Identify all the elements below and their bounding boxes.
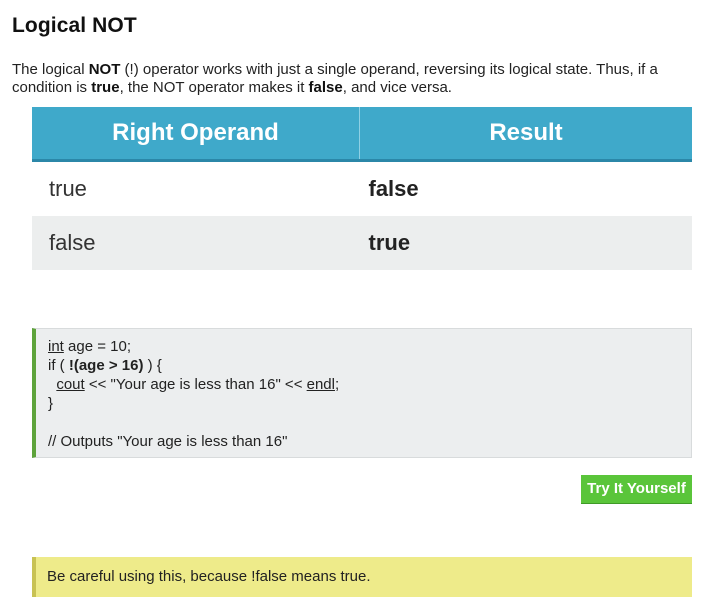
intro-text-1: The logical (12, 61, 89, 78)
intro-text-4: , and vice versa. (342, 79, 452, 96)
code-line: int age = 10; (48, 337, 691, 356)
code-keyword-int[interactable]: int (48, 338, 64, 355)
header-result: Result (359, 107, 692, 162)
code-line: cout << "Your age is less than 16" << en… (48, 375, 691, 394)
table-row: true false (32, 160, 692, 216)
code-text: if ( (48, 357, 69, 374)
try-it-yourself-button[interactable]: Try It Yourself (581, 475, 692, 503)
header-right-operand: Right Operand (32, 107, 360, 162)
intro-paragraph: The logical NOT (!) operator works with … (12, 61, 712, 97)
table-cell-operand: true (32, 160, 360, 216)
code-text: ) { (143, 357, 162, 374)
note-box: Be careful using this, because !false me… (32, 557, 692, 597)
intro-keyword-false: false (308, 79, 343, 96)
code-line: } (48, 395, 54, 412)
code-text: age = 10; (63, 338, 131, 355)
code-text: ; (334, 376, 340, 393)
intro-text-3: , the NOT operator makes it (119, 79, 309, 96)
code-condition: !(age > 16) (68, 357, 144, 374)
truth-table: Right Operand Result true false false tr… (32, 107, 692, 270)
page-title: Logical NOT (12, 14, 137, 37)
code-text: << "Your age is less than 16" << (84, 376, 307, 393)
intro-keyword-not: NOT (88, 61, 121, 78)
code-keyword-endl[interactable]: endl (307, 376, 335, 393)
table-cell-operand: false (32, 216, 360, 270)
table-header-row: Right Operand Result (32, 107, 692, 162)
code-line: if ( !(age > 16) ) { (48, 356, 691, 375)
table-cell-result: false (359, 160, 692, 216)
code-comment: // Outputs "Your age is less than 16" (48, 433, 288, 450)
table-row: false true (32, 216, 692, 270)
code-keyword-cout[interactable]: cout (56, 376, 84, 393)
table-cell-result: true (359, 216, 692, 270)
intro-keyword-true: true (91, 79, 120, 96)
code-block: int age = 10; if ( !(age > 16) ) { cout … (32, 328, 692, 458)
